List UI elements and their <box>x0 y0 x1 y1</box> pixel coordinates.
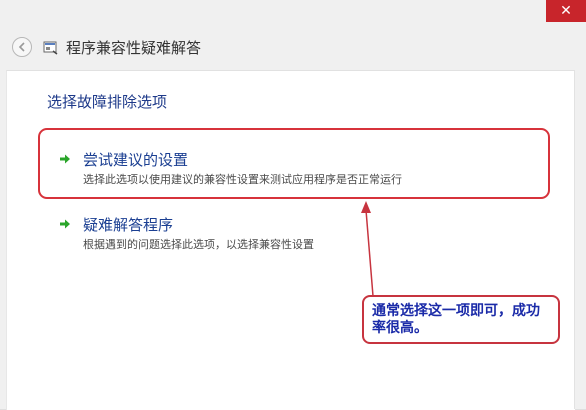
callout-text: 通常选择这一项即可，成功率很高。 <box>372 303 540 336</box>
annotation-arrow <box>361 201 374 297</box>
annotation-callout: 通常选择这一项即可，成功率很高。 <box>362 295 560 344</box>
troubleshooter-window: ✕ 程序兼容性疑难解答 选择故障排除选项 尝试建议的设置 选择此选项以使用建议的… <box>0 0 586 410</box>
